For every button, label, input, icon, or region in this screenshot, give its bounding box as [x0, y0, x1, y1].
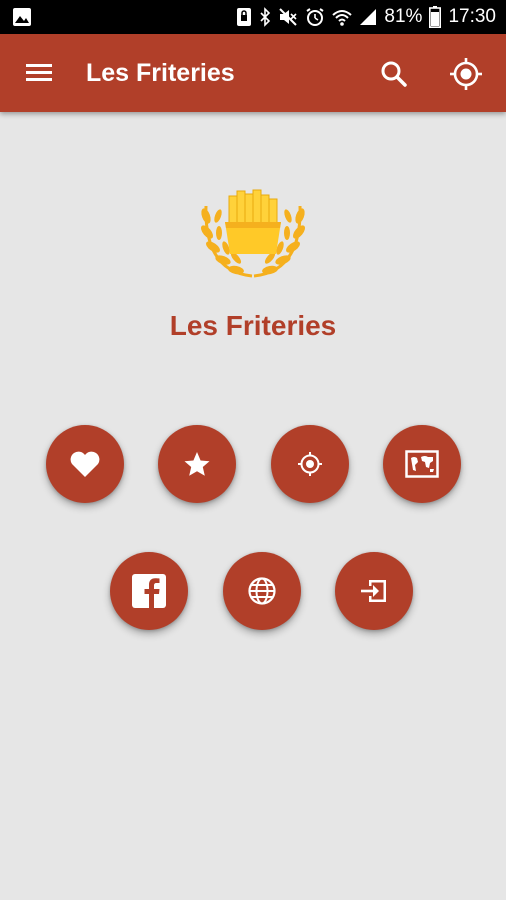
- search-icon[interactable]: [379, 59, 409, 89]
- wifi-icon: [332, 7, 353, 27]
- status-bar: 81% 17:30: [0, 0, 506, 34]
- status-icons: 81% 17:30: [236, 0, 496, 34]
- battery-percent: 81%: [384, 6, 423, 27]
- app-bar: Les Friteries: [0, 34, 506, 112]
- heart-icon: [69, 449, 101, 479]
- app-name: Les Friteries: [169, 310, 337, 341]
- menu-icon[interactable]: [24, 58, 56, 88]
- top-rated-button[interactable]: [158, 425, 236, 503]
- battery-icon: [429, 6, 442, 28]
- fries-laurel-logo: [194, 186, 312, 286]
- facebook-button[interactable]: [110, 552, 188, 630]
- gps-icon: [296, 450, 324, 478]
- app-bar-title: Les Friteries: [86, 59, 235, 87]
- signal-icon: [359, 7, 377, 27]
- website-button[interactable]: [223, 552, 301, 630]
- facebook-icon: [132, 574, 166, 608]
- world-map-icon: [405, 450, 439, 478]
- clock: 17:30: [448, 6, 496, 27]
- map-button[interactable]: [383, 425, 461, 503]
- lock-notification-icon: [236, 7, 252, 27]
- favorites-button[interactable]: [46, 425, 124, 503]
- image-notification-icon: [12, 7, 32, 27]
- login-button[interactable]: [335, 552, 413, 630]
- star-icon: [182, 449, 212, 479]
- gps-locate-icon[interactable]: [449, 57, 483, 91]
- globe-icon: [247, 576, 277, 606]
- bluetooth-icon: [259, 7, 271, 27]
- nearby-button[interactable]: [271, 425, 349, 503]
- mute-icon: [278, 7, 298, 27]
- login-icon: [359, 577, 389, 605]
- alarm-icon: [305, 7, 325, 27]
